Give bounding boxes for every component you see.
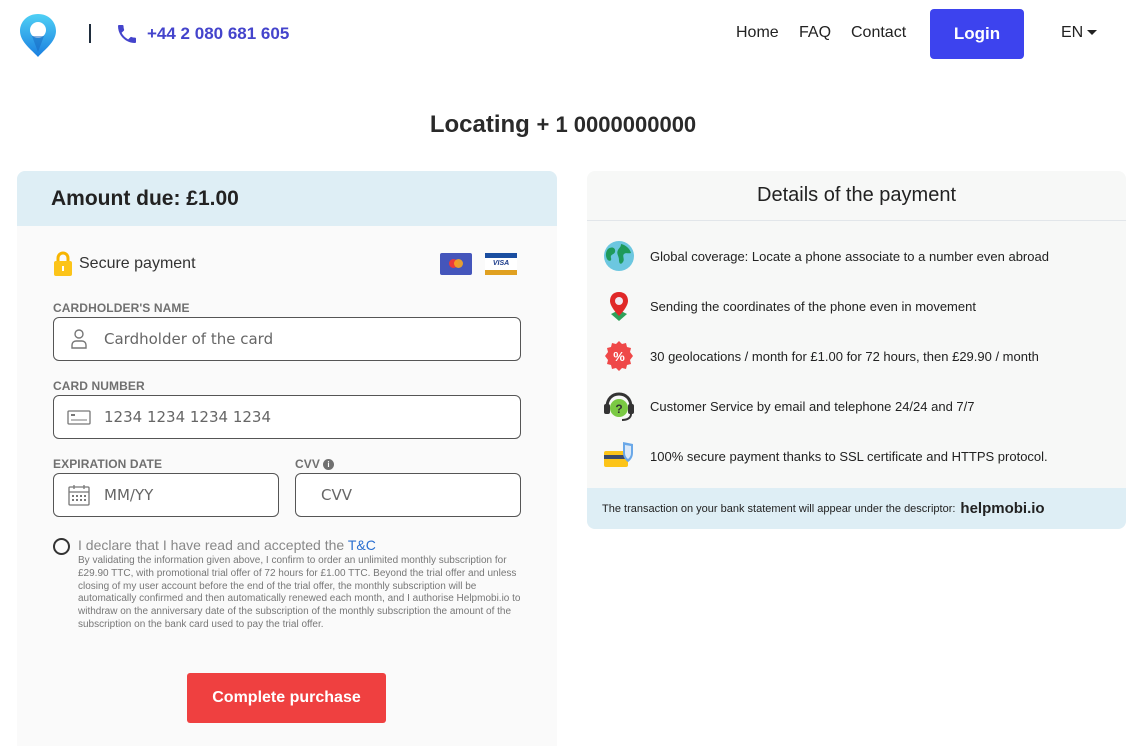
payment-details-card: Details of the payment Global coverage: … bbox=[587, 171, 1126, 529]
mastercard-icon bbox=[440, 253, 472, 275]
headset-support-icon: ? bbox=[604, 392, 634, 421]
nav-faq[interactable]: FAQ bbox=[799, 24, 831, 42]
header-divider bbox=[89, 24, 91, 43]
feature-text: Customer Service by email and telephone … bbox=[650, 398, 975, 414]
details-title: Details of the payment bbox=[587, 171, 1126, 221]
cvv-label: CVV bbox=[295, 457, 320, 471]
feature-text: 100% secure payment thanks to SSL certif… bbox=[650, 448, 1048, 464]
caret-down-icon bbox=[1087, 29, 1098, 35]
calendar-icon bbox=[68, 485, 90, 506]
legal-text: By validating the information given abov… bbox=[78, 555, 521, 630]
descriptor-text: The transaction on your bank statement w… bbox=[602, 502, 956, 515]
amount-due: Amount due: £1.00 bbox=[17, 171, 557, 226]
discount-badge-icon: % bbox=[605, 341, 633, 371]
logo-pin-icon[interactable] bbox=[18, 12, 58, 58]
cvv-input[interactable] bbox=[321, 486, 520, 504]
expiration-input[interactable] bbox=[104, 486, 278, 504]
page-title-prefix: Locating bbox=[429, 111, 530, 138]
site-header: +44 2 080 681 605 Home FAQ Contact Login… bbox=[0, 0, 1126, 70]
page-title-number: + 1 0000000000 bbox=[536, 112, 697, 137]
login-button[interactable]: Login bbox=[930, 9, 1024, 59]
visa-icon: VISA bbox=[485, 253, 517, 275]
feature-text: Sending the coordinates of the phone eve… bbox=[650, 298, 976, 314]
language-selector[interactable]: EN bbox=[1061, 24, 1098, 42]
payment-form-card: Amount due: £1.00 Secure payment VISA CA… bbox=[17, 171, 557, 746]
feature-item: Sending the coordinates of the phone eve… bbox=[603, 290, 976, 322]
terms-consent-label: I declare that I have read and accepted … bbox=[78, 537, 376, 553]
secure-payment-label: Secure payment bbox=[79, 255, 196, 272]
card-number-input[interactable] bbox=[104, 408, 520, 426]
accepted-cards: VISA bbox=[440, 253, 517, 275]
svg-text:?: ? bbox=[615, 402, 622, 416]
phone-icon bbox=[118, 25, 136, 43]
terms-consent-text: I declare that I have read and accepted … bbox=[78, 537, 345, 553]
header-phone-number[interactable]: +44 2 080 681 605 bbox=[147, 24, 289, 44]
terms-radio[interactable] bbox=[53, 538, 70, 555]
cardholder-input[interactable] bbox=[104, 330, 520, 348]
padlock-icon bbox=[54, 251, 72, 276]
credit-card-icon bbox=[67, 410, 91, 425]
map-pin-icon bbox=[610, 292, 628, 321]
secure-card-icon bbox=[604, 442, 633, 467]
language-label: EN bbox=[1061, 24, 1084, 41]
terms-link[interactable]: T&C bbox=[348, 537, 376, 553]
feature-text: Global coverage: Locate a phone associat… bbox=[650, 248, 1049, 264]
card-number-label: CARD NUMBER bbox=[53, 379, 145, 393]
cardholder-label: CARDHOLDER'S NAME bbox=[53, 301, 190, 315]
nav-home[interactable]: Home bbox=[736, 24, 779, 42]
secure-payment-row: Secure payment bbox=[53, 251, 196, 277]
expiration-field[interactable] bbox=[53, 473, 279, 517]
feature-item: ? Customer Service by email and telephon… bbox=[603, 390, 974, 422]
card-number-field[interactable] bbox=[53, 395, 521, 439]
user-icon bbox=[71, 329, 87, 349]
feature-item: % 30 geolocations / month for £1.00 for … bbox=[603, 340, 1039, 372]
feature-text: 30 geolocations / month for £1.00 for 72… bbox=[650, 348, 1039, 364]
page-title: Locating + 1 0000000000 bbox=[0, 111, 1126, 139]
cvv-field[interactable] bbox=[295, 473, 521, 517]
complete-purchase-button[interactable]: Complete purchase bbox=[187, 673, 386, 723]
feature-item: 100% secure payment thanks to SSL certif… bbox=[603, 440, 1048, 472]
feature-item: Global coverage: Locate a phone associat… bbox=[603, 240, 1049, 272]
cvv-label-row: CVV i bbox=[295, 457, 334, 471]
svg-text:%: % bbox=[613, 349, 625, 364]
expiration-label: EXPIRATION DATE bbox=[53, 457, 163, 471]
info-icon[interactable]: i bbox=[322, 459, 334, 471]
descriptor-value: helpmobi.io bbox=[960, 500, 1045, 517]
globe-icon bbox=[604, 241, 634, 271]
nav-contact[interactable]: Contact bbox=[851, 24, 906, 42]
cardholder-field[interactable] bbox=[53, 317, 521, 361]
bank-descriptor: The transaction on your bank statement w… bbox=[587, 488, 1126, 529]
